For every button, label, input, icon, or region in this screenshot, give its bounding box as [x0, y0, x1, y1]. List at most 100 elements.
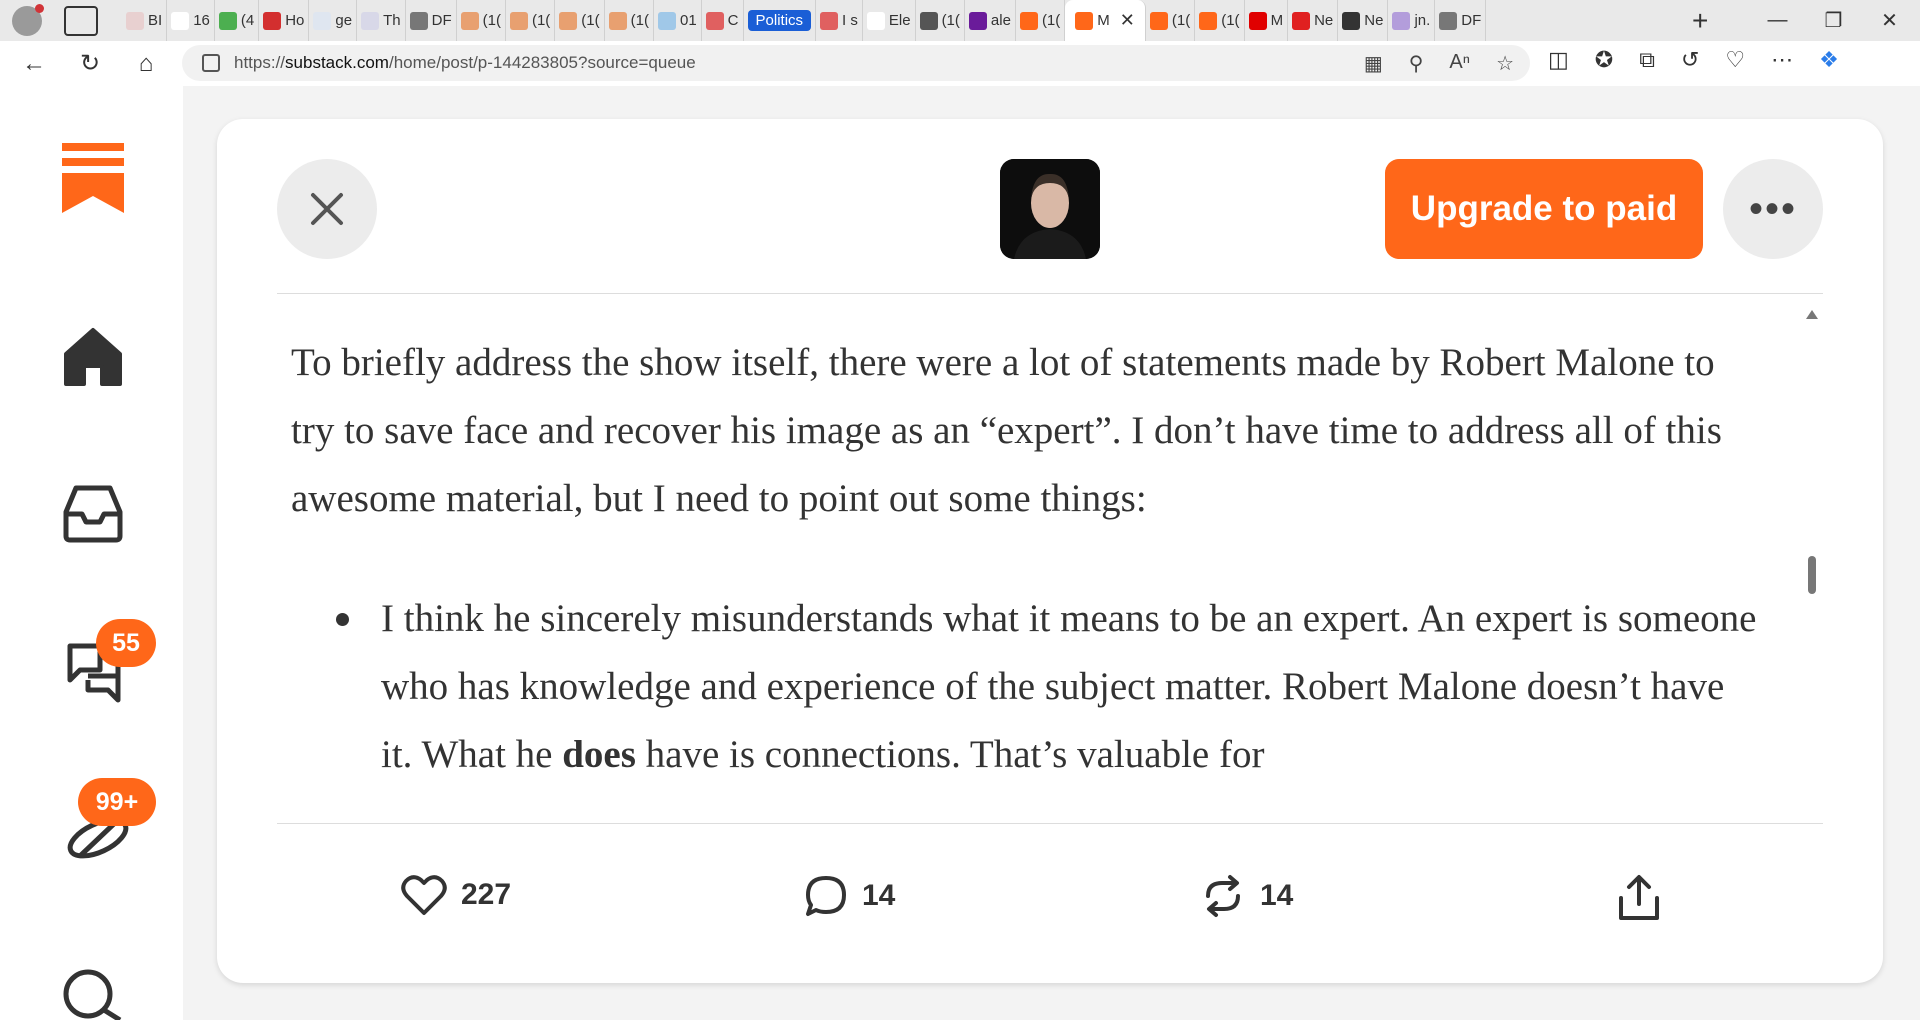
browser-tab[interactable]: BI [122, 0, 168, 41]
tab-actions-icon[interactable] [64, 5, 98, 36]
substack-logo-icon[interactable] [62, 143, 124, 213]
tab-favicon-icon [126, 11, 144, 30]
refresh-icon[interactable]: ↻ [70, 44, 110, 84]
lock-icon[interactable] [202, 54, 220, 72]
tab-favicon-icon [1392, 11, 1411, 30]
browser-tab[interactable]: 01 [654, 0, 702, 41]
copilot-icon[interactable]: ❖ [1819, 47, 1839, 73]
tab-favicon-icon [1149, 11, 1168, 30]
browser-tab[interactable]: Politics [744, 0, 817, 41]
scroll-up-arrow-icon[interactable] [1806, 310, 1818, 319]
browser-tab[interactable]: (4 [215, 0, 260, 41]
browser-tab[interactable]: (1( [916, 0, 965, 41]
browser-essentials-icon[interactable]: ♡ [1725, 47, 1745, 73]
browser-tab[interactable]: jn. [1388, 0, 1436, 41]
post-actions-bar: 227 14 14 [217, 874, 1883, 964]
close-tab-icon[interactable]: ✕ [1120, 10, 1135, 31]
close-post-button[interactable] [277, 159, 377, 259]
browser-tab[interactable]: (1( [605, 0, 654, 41]
back-icon[interactable]: ← [14, 44, 54, 84]
upgrade-to-paid-button[interactable]: Upgrade to paid [1385, 159, 1703, 259]
author-avatar[interactable] [1000, 159, 1100, 259]
comment-bubble-icon [806, 876, 846, 916]
restack-button[interactable]: 14 [1200, 874, 1293, 918]
tab-label: ale [990, 12, 1011, 29]
new-tab-button[interactable]: + [1692, 5, 1708, 37]
tab-label: (1( [531, 12, 551, 29]
tab-favicon-icon [1019, 11, 1038, 30]
like-count: 227 [461, 878, 512, 911]
browser-tab[interactable]: M ✕ [1065, 0, 1146, 41]
browser-tab[interactable]: (1( [1195, 0, 1245, 41]
browser-tab[interactable]: I s [816, 0, 863, 41]
post-body: To briefly address the show itself, ther… [291, 293, 1761, 823]
close-window-icon[interactable]: ✕ [1862, 0, 1917, 41]
list-item: I think he sincerely misunderstands what… [291, 585, 1761, 789]
home-icon[interactable]: ⌂ [126, 44, 166, 84]
settings-more-icon[interactable]: ⋯ [1771, 47, 1793, 73]
restore-icon[interactable]: ❐ [1806, 0, 1861, 41]
like-button[interactable]: 227 [401, 874, 511, 916]
browser-tab[interactable]: (1( [1016, 0, 1066, 41]
tab-favicon-icon [1342, 11, 1361, 30]
browser-tab-strip: BI 16 (4 Ho ge Th DF (1((1((1((1(01 C Politics I s… [0, 0, 1920, 41]
heart-icon [401, 875, 447, 915]
browser-tab[interactable]: C [702, 0, 744, 41]
favorite-star-icon[interactable]: ☆ [1496, 51, 1514, 76]
tab-favicon-icon [1199, 11, 1218, 30]
history-icon[interactable]: ↺ [1681, 47, 1699, 73]
browser-toolbar: ← ↻ ⌂ https://substack.com/home/post/p-1… [0, 41, 1920, 86]
browser-tab[interactable]: ge [309, 0, 358, 41]
scrollbar-thumb[interactable] [1808, 556, 1816, 594]
tab-favicon-icon [263, 11, 282, 30]
browser-tab[interactable]: DF [406, 0, 457, 41]
tab-label: Ho [285, 12, 305, 29]
browser-tab[interactable]: (1( [457, 0, 506, 41]
tab-favicon-icon [218, 11, 237, 30]
zoom-icon[interactable]: ⚲ [1409, 51, 1424, 76]
inbox-icon[interactable] [62, 482, 124, 544]
restack-icon [1206, 875, 1240, 917]
search-icon[interactable] [62, 964, 126, 1020]
browser-tab[interactable]: Ne [1338, 0, 1389, 41]
url-text[interactable]: https://substack.com/home/post/p-1442838… [234, 53, 696, 73]
browser-tab[interactable]: 16 [167, 0, 215, 41]
home-nav-icon[interactable] [62, 326, 124, 388]
address-bar[interactable]: https://substack.com/home/post/p-1442838… [182, 45, 1530, 81]
tab-favicon-icon [1292, 11, 1311, 30]
browser-tab[interactable]: Ele [863, 0, 916, 41]
profile-avatar-icon[interactable] [12, 3, 44, 36]
favorites-icon[interactable]: ✪ [1595, 47, 1613, 73]
tab-favicon-icon [1075, 11, 1094, 30]
tab-favicon-icon [820, 11, 839, 30]
browser-tab[interactable]: (1( [555, 0, 605, 41]
more-options-button[interactable]: ••• [1723, 159, 1823, 259]
restack-count: 14 [1260, 879, 1294, 912]
tab-label: (1( [1171, 12, 1191, 29]
browser-tab[interactable]: M [1245, 0, 1289, 41]
tab-label: C [727, 12, 739, 29]
minimize-icon[interactable]: — [1750, 0, 1805, 41]
activity-badge: 99+ [78, 778, 156, 826]
browser-tab[interactable]: Ho [259, 0, 310, 41]
tab-favicon-icon [509, 11, 528, 30]
browser-tab[interactable]: (1( [506, 0, 556, 41]
tab-favicon-icon [1439, 11, 1458, 30]
author-photo [1000, 159, 1100, 259]
share-button[interactable] [1617, 874, 1661, 922]
read-aloud-icon[interactable]: Aⁿ [1449, 51, 1470, 76]
collections-icon[interactable]: ⧉ [1639, 47, 1655, 73]
footer-divider [277, 823, 1823, 824]
share-icon [1619, 875, 1659, 920]
browser-tab[interactable]: (1( [1146, 0, 1196, 41]
browser-tab[interactable]: ale [965, 0, 1016, 41]
browser-tab[interactable]: DF [1435, 0, 1487, 41]
tab-label: DF [1461, 12, 1482, 29]
comment-button[interactable]: 14 [804, 874, 895, 918]
browser-tab[interactable]: Th [357, 0, 406, 41]
browser-tab[interactable]: Ne [1288, 0, 1339, 41]
split-screen-icon[interactable]: ◫ [1548, 47, 1569, 73]
tab-label: (4 [240, 12, 255, 29]
tab-favicon-icon [409, 11, 428, 30]
app-available-icon[interactable]: ▦ [1364, 51, 1383, 76]
